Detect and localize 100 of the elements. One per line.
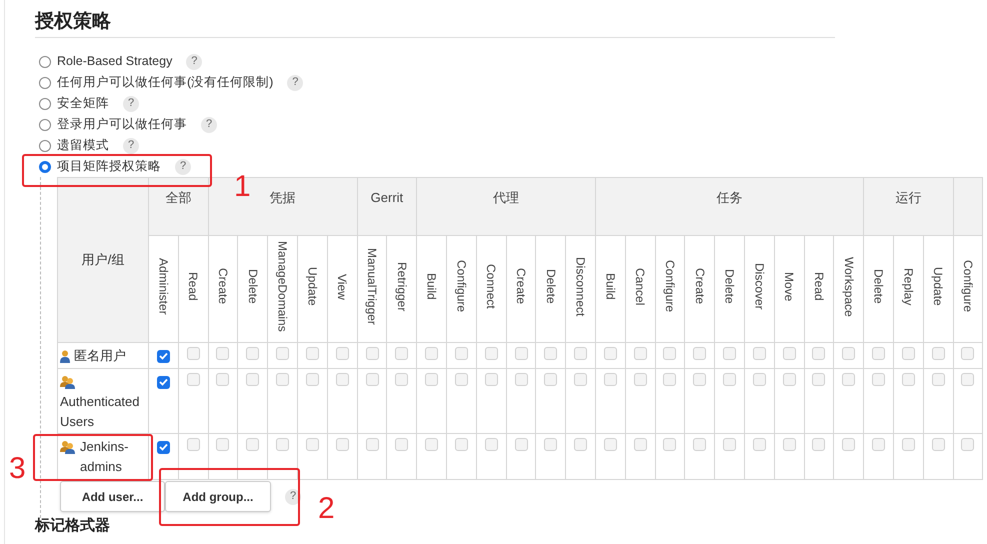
checkbox[interactable] [186,438,200,451]
checkbox[interactable] [932,347,945,360]
checkbox[interactable] [842,438,856,451]
checkbox[interactable] [574,347,588,360]
radio-button[interactable] [39,98,51,110]
checkbox[interactable] [306,373,319,386]
checkbox[interactable] [454,347,468,360]
checkbox[interactable] [961,438,974,451]
checkbox[interactable] [872,347,886,360]
help-icon[interactable]: ? [123,138,139,154]
checkbox[interactable] [276,438,290,451]
checkbox[interactable] [156,350,170,362]
add-user-button[interactable]: Add user... [60,481,165,512]
checkbox[interactable] [961,347,974,360]
checkbox[interactable] [246,438,260,451]
checkbox[interactable] [752,438,766,451]
checkbox[interactable] [872,373,886,386]
checkbox[interactable] [156,440,170,454]
permission-header: Retrigger [394,262,409,312]
radio-button[interactable] [39,160,51,172]
checkbox[interactable] [514,438,528,451]
checkbox[interactable] [574,373,588,386]
checkbox[interactable] [336,373,349,386]
checkbox[interactable] [693,438,706,451]
checkbox[interactable] [366,373,379,386]
checkbox[interactable] [932,373,945,386]
checkbox[interactable] [395,373,408,386]
checkbox[interactable] [902,438,915,451]
checkbox[interactable] [752,373,766,386]
checkbox[interactable] [156,376,170,388]
checkbox[interactable] [544,438,558,451]
radio-button[interactable] [39,118,51,130]
checkbox[interactable] [425,373,438,386]
help-icon[interactable]: ? [186,54,202,70]
checkbox[interactable] [186,373,200,386]
help-icon[interactable]: ? [123,96,139,112]
checkbox[interactable] [484,347,498,360]
checkbox[interactable] [634,347,647,360]
checkbox[interactable] [246,373,260,386]
checkbox[interactable] [663,347,676,360]
checkbox[interactable] [186,347,200,360]
radio-button[interactable] [39,140,51,152]
checkbox[interactable] [604,373,617,386]
checkbox[interactable] [514,373,528,386]
checkbox[interactable] [663,373,676,386]
checkbox[interactable] [693,347,706,360]
checkbox[interactable] [306,347,319,360]
checkbox[interactable] [812,347,826,360]
checkbox[interactable] [604,438,617,451]
checkbox[interactable] [693,373,706,386]
checkbox[interactable] [723,373,736,386]
checkbox[interactable] [484,373,498,386]
checkbox[interactable] [842,347,856,360]
help-icon[interactable]: ? [201,116,217,132]
checkbox[interactable] [544,347,558,360]
checkbox[interactable] [902,373,915,386]
checkbox[interactable] [634,438,647,451]
strategy-label: 登录用户可以做任何事 [57,116,187,134]
checkbox[interactable] [902,347,915,360]
help-icon[interactable]: ? [175,158,191,174]
checkbox[interactable] [336,438,349,451]
checkbox[interactable] [395,438,408,451]
checkbox[interactable] [723,347,736,360]
checkbox[interactable] [961,373,974,386]
checkbox[interactable] [276,347,290,360]
checkbox[interactable] [782,347,796,360]
checkbox[interactable] [454,373,468,386]
add-group-button[interactable]: Add group... [165,481,271,512]
checkbox[interactable] [544,373,558,386]
radio-button[interactable] [39,76,51,88]
checkbox[interactable] [366,347,379,360]
checkbox[interactable] [454,438,468,451]
checkbox[interactable] [782,373,796,386]
checkbox[interactable] [216,373,230,386]
checkbox[interactable] [634,373,647,386]
checkbox[interactable] [604,347,617,360]
help-icon[interactable]: ? [287,74,304,90]
checkbox[interactable] [514,347,528,360]
checkbox[interactable] [246,347,260,360]
checkbox[interactable] [336,347,349,360]
checkbox[interactable] [872,438,886,451]
checkbox[interactable] [812,438,826,451]
radio-button[interactable] [39,56,51,68]
checkbox[interactable] [216,347,230,360]
checkbox[interactable] [812,373,826,386]
checkbox[interactable] [723,438,736,451]
checkbox[interactable] [752,347,766,360]
checkbox[interactable] [574,438,588,451]
checkbox[interactable] [425,347,438,360]
checkbox[interactable] [306,438,319,451]
checkbox[interactable] [395,347,408,360]
checkbox[interactable] [216,438,230,451]
checkbox[interactable] [425,438,438,451]
checkbox[interactable] [366,438,379,451]
checkbox[interactable] [782,438,796,451]
checkbox[interactable] [932,438,945,451]
checkbox[interactable] [842,373,856,386]
checkbox[interactable] [276,373,290,386]
checkbox[interactable] [663,438,676,451]
checkbox[interactable] [484,438,498,451]
